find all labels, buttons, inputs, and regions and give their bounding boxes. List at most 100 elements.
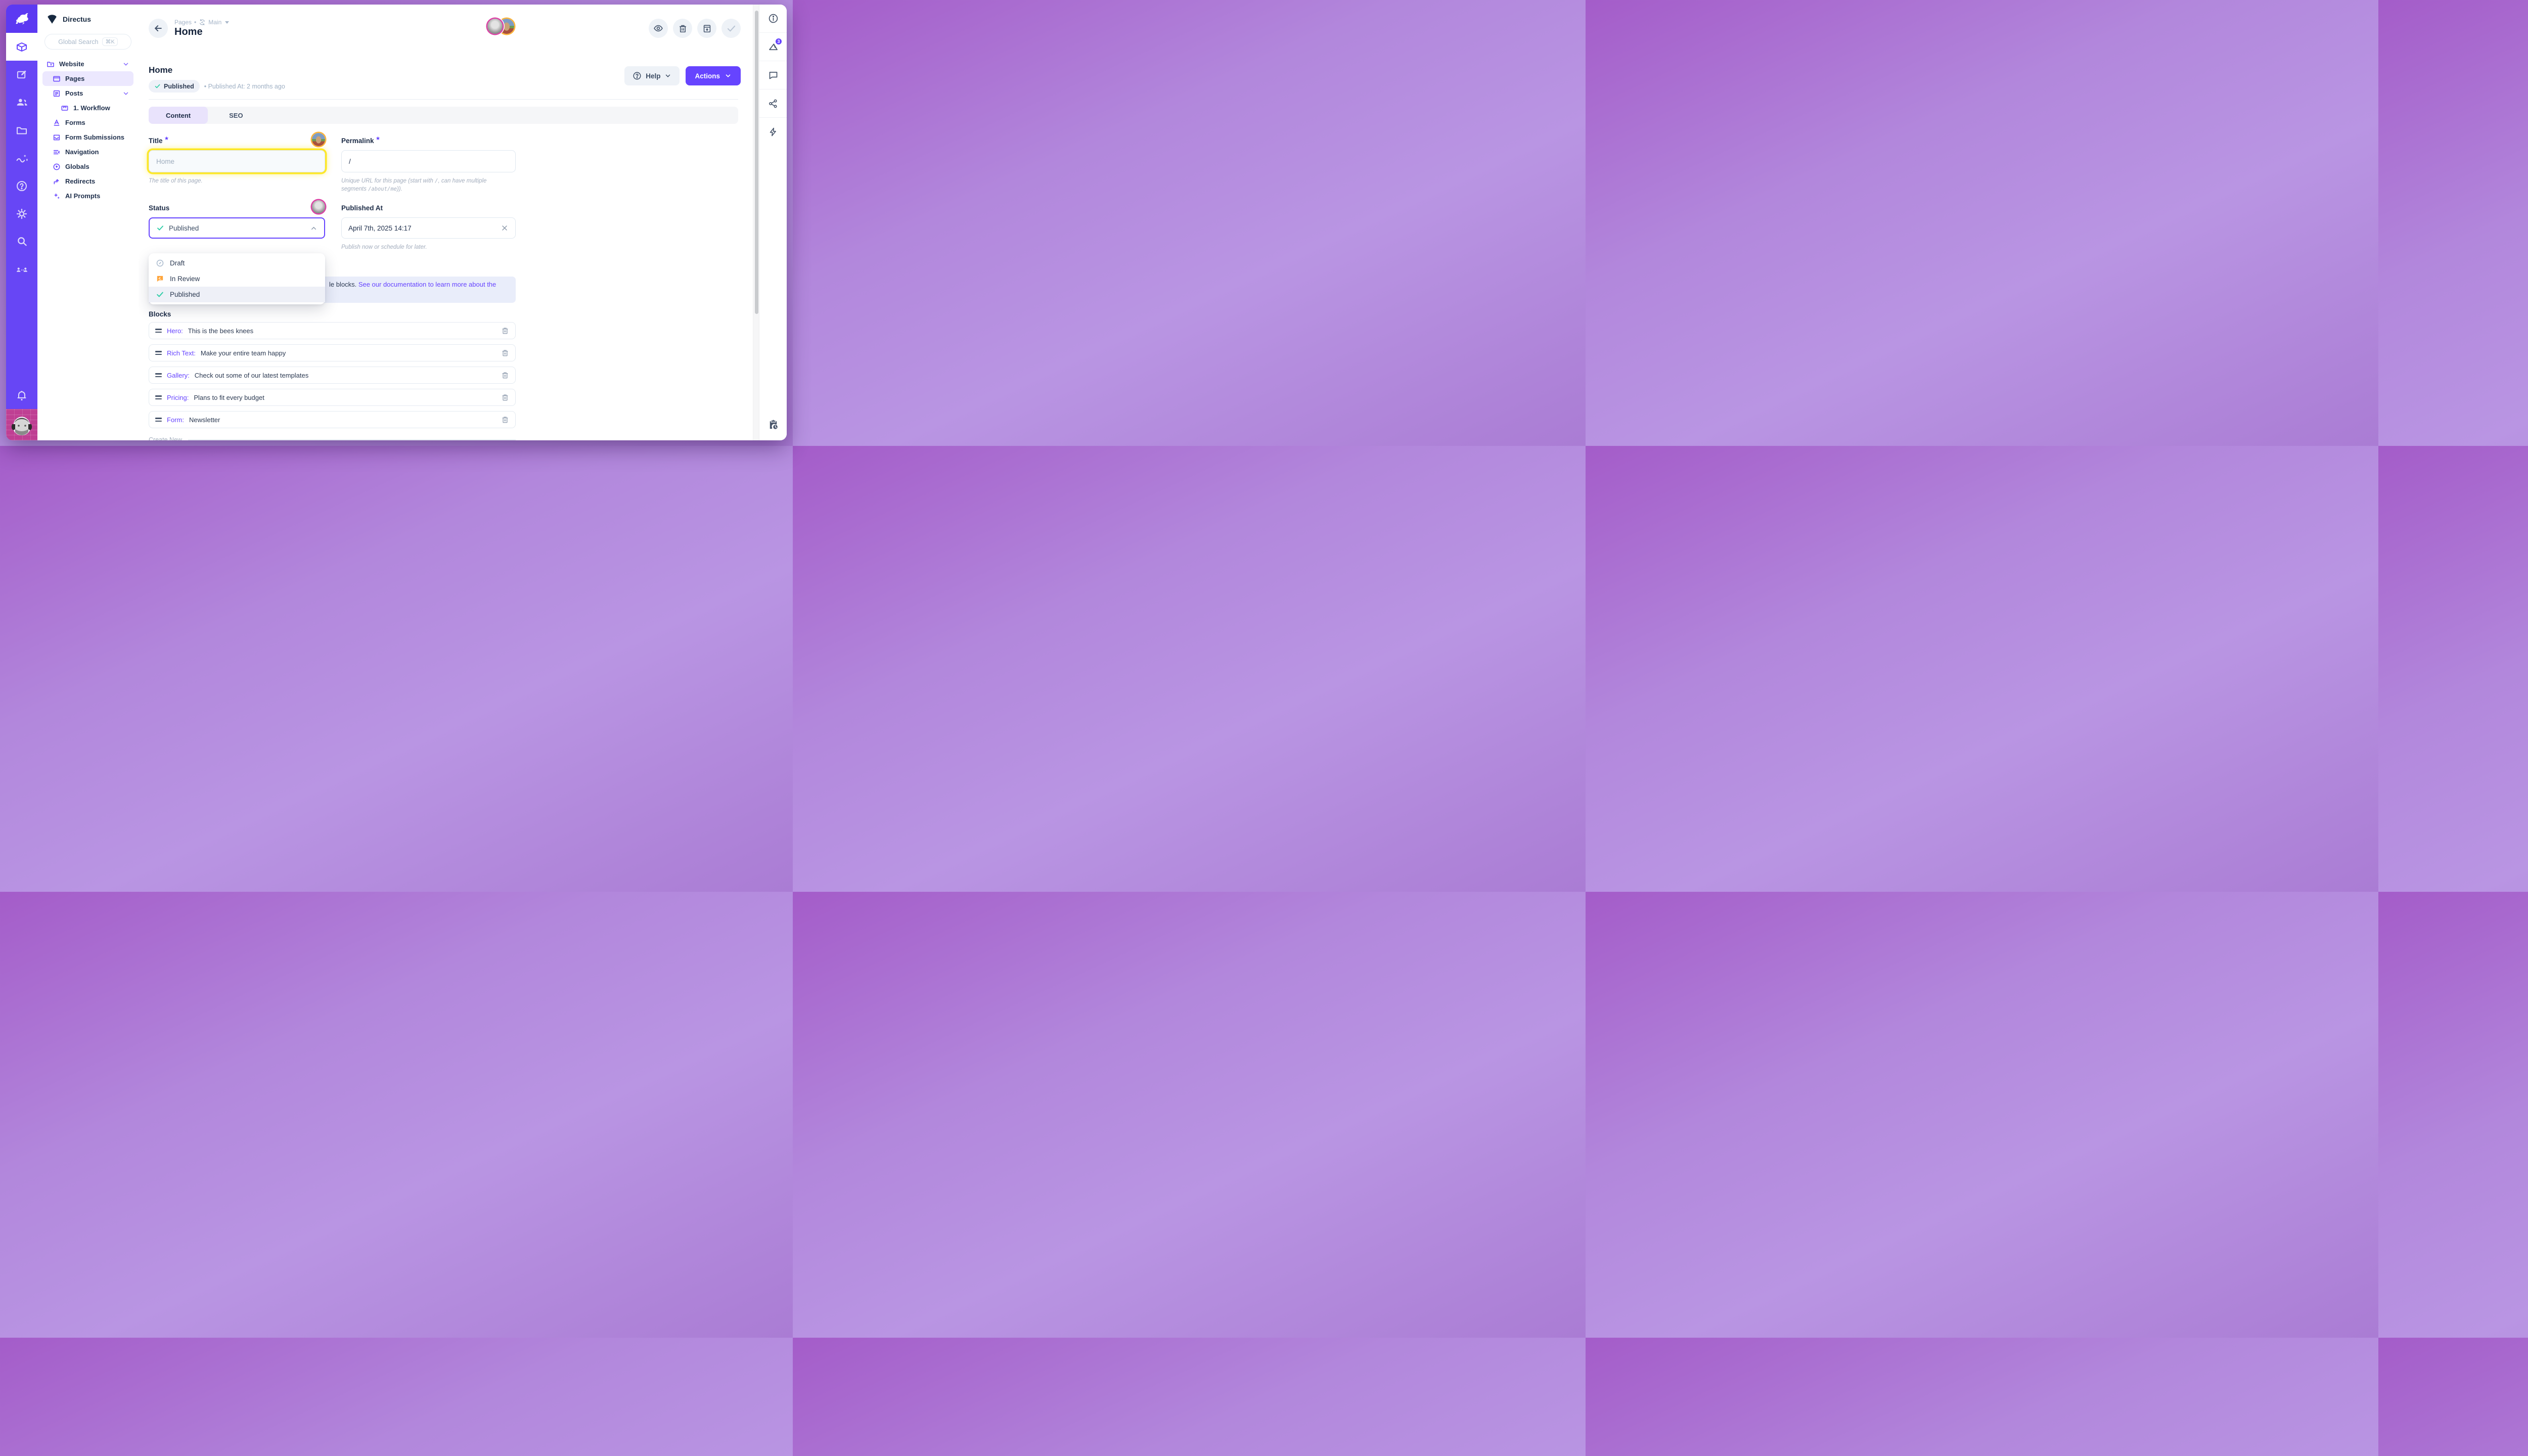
sidebar-item-workflow[interactable]: 1. Workflow	[42, 101, 133, 115]
block-row-gallery[interactable]: Gallery: Check out some of our latest te…	[149, 367, 516, 384]
drag-handle-icon[interactable]	[155, 418, 162, 422]
tab-content[interactable]: Content	[149, 107, 208, 124]
directus-logo-tile[interactable]	[6, 5, 37, 33]
bolt-icon	[768, 127, 778, 137]
status-option-draft[interactable]: Draft	[149, 255, 325, 271]
drag-handle-icon[interactable]	[155, 329, 162, 333]
module-files[interactable]	[6, 116, 37, 144]
block-row-rich-text[interactable]: Rich Text: Make your entire team happy	[149, 344, 516, 361]
trash-icon[interactable]	[501, 416, 509, 424]
project-name: Directus	[63, 15, 91, 23]
module-settings[interactable]	[6, 200, 37, 228]
current-user-avatar[interactable]	[6, 409, 37, 440]
archive-button[interactable]	[697, 19, 716, 38]
breadcrumb-collection[interactable]: Pages	[174, 19, 192, 26]
sidebar-item-label: Posts	[65, 89, 83, 97]
rate-review-icon	[156, 275, 164, 283]
main-scrollbar-track[interactable]	[753, 5, 759, 440]
trash-icon[interactable]	[501, 349, 509, 357]
item-detail-body: Home Published • Published At: 2 months …	[139, 52, 753, 440]
sidebar-item-label: Redirects	[65, 177, 95, 185]
save-button[interactable]	[721, 19, 741, 38]
info-panel-button[interactable]	[759, 5, 787, 33]
help-button[interactable]: Help	[624, 66, 680, 85]
module-insights[interactable]	[6, 144, 37, 172]
module-docs[interactable]	[6, 172, 37, 200]
sidebar-item-ai-prompts[interactable]: AI Prompts	[42, 189, 133, 203]
trash-icon[interactable]	[501, 327, 509, 335]
drag-handle-icon[interactable]	[155, 373, 162, 377]
sidebar-item-form-submissions[interactable]: Form Submissions	[42, 130, 133, 145]
published-at-input[interactable]: April 7th, 2025 14:17	[341, 217, 516, 239]
block-title: This is the bees knees	[188, 327, 253, 335]
delete-button[interactable]	[673, 19, 692, 38]
collaborator-avatar-1[interactable]	[487, 19, 503, 34]
trash-icon[interactable]	[501, 393, 509, 401]
sidebar-item-pages[interactable]: Pages	[42, 71, 133, 86]
actions-button[interactable]: Actions	[686, 66, 741, 85]
sidebar-item-label: 1. Workflow	[73, 104, 110, 112]
block-type-label[interactable]: Form:	[167, 416, 184, 424]
breadcrumb[interactable]: Pages • Main	[174, 19, 229, 26]
help-button-label: Help	[646, 72, 660, 80]
create-new-row[interactable]: Create New	[149, 436, 516, 440]
notifications-panel-button[interactable]: 3	[759, 33, 787, 61]
activity-panel-button[interactable]	[759, 118, 787, 146]
blocks-heading: Blocks	[149, 310, 741, 318]
permalink-input[interactable]: /	[341, 150, 516, 172]
folder-icon	[16, 124, 28, 136]
back-button[interactable]	[149, 19, 168, 38]
breadcrumb-version[interactable]: Main	[208, 19, 221, 26]
module-users[interactable]	[6, 88, 37, 116]
create-new-label[interactable]: Create New	[149, 436, 182, 440]
block-type-label[interactable]: Gallery:	[167, 372, 190, 379]
main-scrollbar-thumb[interactable]	[755, 11, 758, 314]
preview-button[interactable]	[649, 19, 668, 38]
block-title: Check out some of our latest templates	[195, 372, 308, 379]
chevron-down-icon[interactable]	[122, 90, 129, 97]
revisions-panel-button[interactable]	[759, 408, 787, 440]
header-titles: Pages • Main Home	[174, 19, 229, 38]
field-status-label: Status	[149, 204, 325, 214]
sidebar-item-website[interactable]: Website	[42, 57, 133, 71]
field-label-text: Status	[149, 204, 169, 212]
block-row-form[interactable]: Form: Newsletter	[149, 411, 516, 428]
check-icon	[156, 224, 164, 232]
status-option-published[interactable]: Published	[149, 287, 325, 302]
module-search[interactable]	[6, 228, 37, 255]
clear-x-icon[interactable]	[501, 224, 509, 232]
share-panel-button[interactable]	[759, 89, 787, 118]
drag-handle-icon[interactable]	[155, 351, 162, 355]
comments-panel-button[interactable]	[759, 61, 787, 89]
module-editor[interactable]	[6, 61, 37, 88]
sidebar-item-forms[interactable]: Forms	[42, 115, 133, 130]
blocks-list: Hero: This is the bees knees Rich Text: …	[149, 322, 516, 428]
drag-handle-icon[interactable]	[155, 395, 162, 399]
notifications-bell[interactable]	[6, 381, 37, 409]
trash-icon[interactable]	[501, 371, 509, 379]
status-option-in-review[interactable]: In Review	[149, 271, 325, 287]
status-badge-label: Published	[164, 83, 194, 90]
global-search-input[interactable]: Global Search ⌘K	[44, 34, 131, 50]
module-accessibility[interactable]	[6, 255, 37, 283]
page-header: Pages • Main Home	[139, 5, 753, 52]
block-type-label[interactable]: Rich Text:	[167, 349, 196, 357]
list-arrow-icon	[53, 148, 61, 156]
block-type-label[interactable]: Pricing:	[167, 394, 189, 401]
chevron-down-icon[interactable]	[122, 61, 129, 68]
sidebar-item-navigation[interactable]: Navigation	[42, 145, 133, 159]
block-type-label[interactable]: Hero:	[167, 327, 183, 335]
breadcrumb-separator: •	[194, 19, 196, 26]
sidebar-item-posts[interactable]: Posts	[42, 86, 133, 101]
sidebar-item-globals[interactable]: Globals	[42, 159, 133, 174]
block-row-hero[interactable]: Hero: This is the bees knees	[149, 322, 516, 339]
globe-icon	[53, 163, 61, 171]
title-input[interactable]: Home	[149, 150, 325, 172]
status-select[interactable]: Published	[149, 217, 325, 239]
sidebar-item-label: Navigation	[65, 148, 99, 156]
tab-seo[interactable]: SEO	[208, 107, 264, 124]
sidebar-item-redirects[interactable]: Redirects	[42, 174, 133, 189]
module-content[interactable]	[6, 33, 37, 61]
help-circle-icon	[16, 180, 28, 192]
block-row-pricing[interactable]: Pricing: Plans to fit every budget	[149, 389, 516, 406]
